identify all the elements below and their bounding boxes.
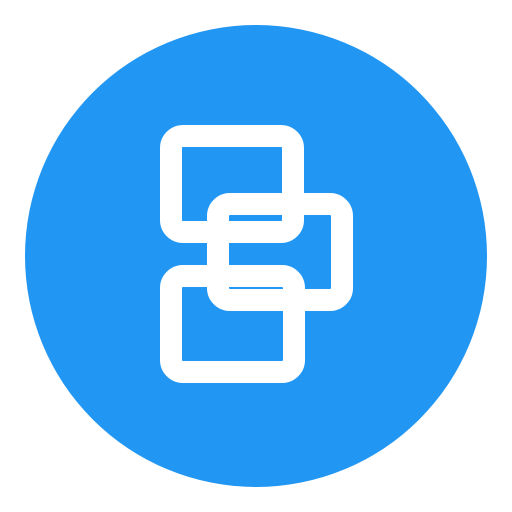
app-icon xyxy=(0,0,512,512)
icon-background-circle xyxy=(25,25,487,487)
linked-windows-icon xyxy=(25,25,487,487)
